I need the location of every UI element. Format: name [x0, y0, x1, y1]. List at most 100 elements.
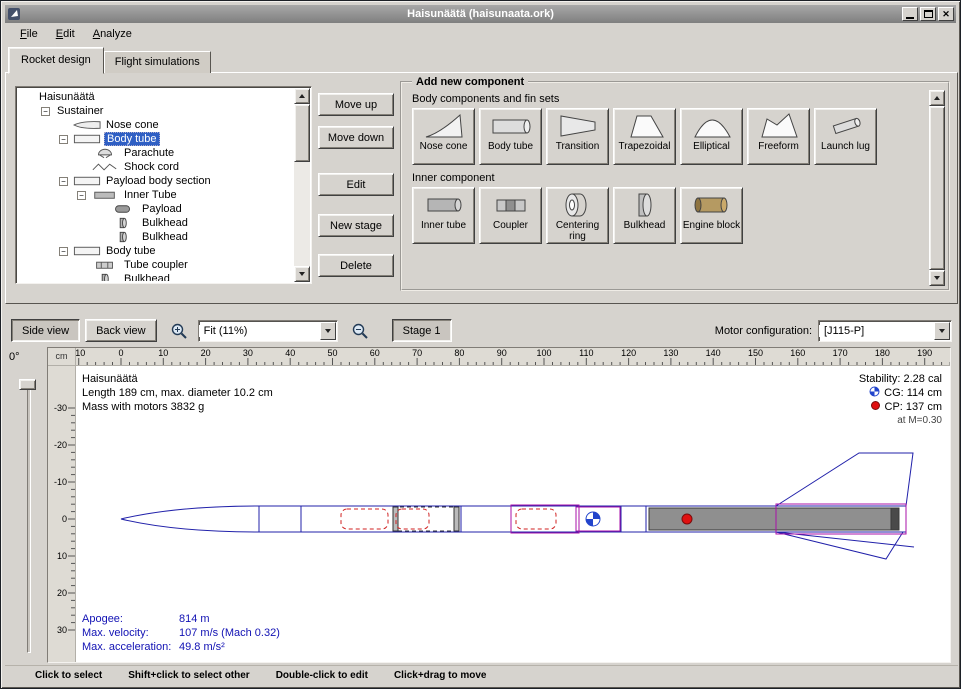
move-down-button[interactable]: Move down	[318, 126, 394, 149]
flight-stat-value: 107 m/s (Mach 0.32)	[179, 627, 280, 639]
bodytube-icon	[489, 111, 533, 141]
scroll-up-button[interactable]	[929, 90, 945, 106]
stage-1-toggle[interactable]: Stage 1	[392, 319, 452, 342]
new-stage-button[interactable]: New stage	[318, 214, 394, 237]
tree-expander-icon[interactable]: −	[59, 247, 73, 256]
tree-item-nose-cone[interactable]: Nose cone	[19, 118, 292, 132]
tree-item-bulkhead[interactable]: Bulkhead	[19, 272, 292, 281]
delete-button[interactable]: Delete	[318, 254, 394, 277]
app-icon[interactable]	[8, 7, 22, 21]
scroll-down-button[interactable]	[929, 270, 945, 286]
rocket-name: Haisunäätä	[82, 372, 273, 386]
tree-item-label: Payload	[140, 203, 184, 215]
tree-expander-icon[interactable]: −	[59, 135, 73, 144]
coupler-icon	[91, 259, 119, 271]
svg-text:0: 0	[62, 514, 67, 524]
scrollbar-thumb[interactable]	[929, 106, 945, 270]
scroll-up-button[interactable]	[294, 88, 310, 104]
bodytube-icon	[73, 133, 101, 145]
tree-expander-icon[interactable]: −	[59, 177, 73, 186]
tree-item-label: Haisunäätä	[37, 91, 97, 103]
title-bar[interactable]: Haisunäätä (haisunaata.ork) ✕	[5, 5, 956, 23]
tree-item-body-tube[interactable]: −Body tube	[19, 244, 292, 258]
dropdown-arrow-icon[interactable]	[934, 322, 950, 340]
tree-scrollbar[interactable]	[294, 88, 310, 282]
flight-summary: Apogee:814 mMax. velocity:107 m/s (Mach …	[82, 612, 280, 654]
tree-item-payload-body-section[interactable]: −Payload body section	[19, 174, 292, 188]
add-nose-cone-button[interactable]: Nose cone	[412, 108, 475, 165]
centeringring-icon	[556, 190, 600, 220]
tab-rocket-design[interactable]: Rocket design	[8, 47, 104, 74]
rocket-canvas[interactable]: Haisunäätä Length 189 cm, max. diameter …	[76, 366, 950, 662]
add-transition-button[interactable]: Transition	[546, 108, 609, 165]
mach-note: at M=0.30	[859, 414, 942, 428]
menu-bar: FileEditAnalyze	[5, 23, 956, 44]
menu-item-file[interactable]: File	[11, 25, 47, 43]
tree-item-payload[interactable]: Payload	[19, 202, 292, 216]
palette-scrollbar[interactable]	[929, 90, 945, 286]
menu-item-analyze[interactable]: Analyze	[84, 25, 141, 43]
cg-icon	[869, 386, 880, 397]
elliptical-icon	[690, 111, 734, 141]
tab-flight-simulations[interactable]: Flight simulations	[104, 51, 211, 73]
flight-stat-value: 49.8 m/s²	[179, 641, 225, 653]
fin-shape[interactable]	[776, 453, 913, 506]
tree-item-haisun-t[interactable]: Haisunäätä	[19, 90, 292, 104]
tree-item-tube-coupler[interactable]: Tube coupler	[19, 258, 292, 272]
stability-info: Stability: 2.28 cal CG: 114 cm CP: 137 c…	[859, 372, 942, 428]
bulkhead-shape[interactable]	[454, 507, 459, 531]
edit-button[interactable]: Edit	[318, 173, 394, 196]
status-bar: Click to selectShift+click to select oth…	[5, 665, 958, 684]
scroll-down-button[interactable]	[294, 266, 310, 282]
rotation-slider-thumb[interactable]	[19, 379, 36, 390]
tab-bar: Rocket designFlight simulations	[8, 46, 211, 73]
add-freeform-button[interactable]: Freeform	[747, 108, 810, 165]
rocket-info: Haisunäätä Length 189 cm, max. diameter …	[82, 372, 273, 414]
zoom-in-button[interactable]	[166, 319, 192, 343]
minus-icon: −	[41, 107, 50, 116]
add-launch-lug-button[interactable]: Launch lug	[814, 108, 877, 165]
add-trapezoidal-button[interactable]: Trapezoidal	[613, 108, 676, 165]
svg-text:70: 70	[412, 348, 422, 358]
palette-caption: Engine block	[683, 220, 740, 231]
add-inner-tube-button[interactable]: Inner tube	[412, 187, 475, 244]
minus-icon: −	[77, 191, 86, 200]
zoom-out-button[interactable]	[347, 319, 373, 343]
fin-projection[interactable]	[776, 532, 903, 559]
back-view-button[interactable]: Back view	[85, 319, 157, 342]
add-engine-block-button[interactable]: Engine block	[680, 187, 743, 244]
magnifier-minus-icon	[350, 321, 370, 341]
minimize-button[interactable]	[902, 7, 918, 21]
tree-item-bulkhead[interactable]: Bulkhead	[19, 216, 292, 230]
rotation-slider[interactable]	[27, 383, 31, 653]
tree-item-sustainer[interactable]: −Sustainer	[19, 104, 292, 118]
side-view-button[interactable]: Side view	[11, 319, 80, 342]
zoom-select[interactable]: Fit (11%)	[198, 320, 338, 342]
maximize-button[interactable]	[920, 7, 936, 21]
move-up-button[interactable]: Move up	[318, 93, 394, 116]
add-coupler-button[interactable]: Coupler	[479, 187, 542, 244]
zoom-value: Fit (11%)	[199, 325, 319, 337]
add-body-tube-button[interactable]: Body tube	[479, 108, 542, 165]
view-toolbar: Side viewBack view Fit (11%) Stage 1 Mot…	[5, 316, 958, 345]
nose-cone-shape[interactable]	[121, 506, 259, 532]
svg-text:30: 30	[57, 625, 67, 635]
tree-item-inner-tube[interactable]: −Inner Tube	[19, 188, 292, 202]
rocket-view: cm -100102030405060708090100110120130140…	[47, 347, 951, 663]
add-centering-ring-button[interactable]: Centering ring	[546, 187, 609, 244]
tree-item-bulkhead[interactable]: Bulkhead	[19, 230, 292, 244]
tree-expander-icon[interactable]: −	[41, 107, 55, 116]
menu-item-edit[interactable]: Edit	[47, 25, 84, 43]
flight-stat-row: Max. acceleration:49.8 m/s²	[82, 640, 280, 654]
scrollbar-thumb[interactable]	[294, 104, 310, 162]
close-button[interactable]: ✕	[938, 7, 954, 21]
motor-config-select[interactable]: [J115-P]	[818, 320, 952, 342]
tree-item-shock-cord[interactable]: Shock cord	[19, 160, 292, 174]
bulkhead-icon	[623, 190, 667, 220]
add-elliptical-button[interactable]: Elliptical	[680, 108, 743, 165]
add-bulkhead-button[interactable]: Bulkhead	[613, 187, 676, 244]
dropdown-arrow-icon[interactable]	[320, 322, 336, 340]
tree-item-body-tube[interactable]: −Body tube	[19, 132, 292, 146]
tree-item-parachute[interactable]: Parachute	[19, 146, 292, 160]
tree-expander-icon[interactable]: −	[77, 191, 91, 200]
